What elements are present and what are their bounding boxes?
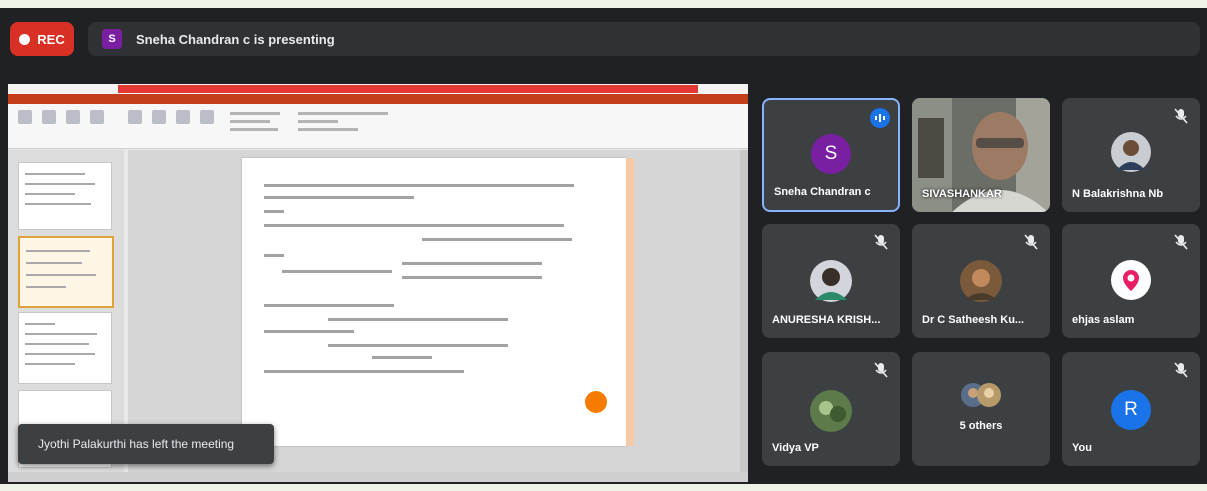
- participant-tile[interactable]: ehjas aslam: [1062, 224, 1200, 338]
- avatar: [810, 390, 852, 432]
- participant-name: N Balakrishna Nb: [1072, 188, 1164, 200]
- ppt-status-bar: [8, 472, 748, 482]
- presenting-text: Sneha Chandran c is presenting: [136, 31, 335, 47]
- orange-dot-icon: [585, 391, 607, 413]
- ppt-ribbon: [8, 104, 748, 149]
- avatar: [960, 260, 1002, 302]
- scrollbar[interactable]: [740, 150, 748, 472]
- recording-indicator: REC: [10, 22, 74, 56]
- window-bottom-strip: [0, 484, 1207, 491]
- participant-tile[interactable]: ANURESHA KRISH...: [762, 224, 900, 338]
- presenter-avatar: S: [102, 29, 122, 49]
- slide-thumbnail-selected[interactable]: [18, 236, 114, 308]
- ppt-ribbon-tabs: [8, 94, 748, 104]
- participant-name: ANURESHA KRISH...: [772, 314, 881, 326]
- participant-name: You: [1072, 442, 1092, 454]
- participant-name: Sneha Chandran c: [774, 186, 871, 198]
- mic-off-icon: [1174, 362, 1188, 378]
- ppt-title-highlight: [118, 85, 698, 93]
- mic-off-icon: [874, 234, 888, 250]
- window-top-strip: [0, 0, 1207, 8]
- speaking-indicator-icon: [870, 108, 890, 128]
- recording-label: REC: [37, 31, 65, 47]
- slide-thumbnail[interactable]: [18, 312, 112, 384]
- notification-toast: Jyothi Palakurthi has left the meeting: [18, 424, 274, 464]
- avatar: [1111, 132, 1151, 172]
- participant-name: Dr C Satheesh Ku...: [922, 314, 1025, 326]
- mic-off-icon: [1174, 108, 1188, 124]
- others-avatars: [961, 383, 1001, 407]
- mic-off-icon: [1174, 234, 1188, 250]
- others-tile[interactable]: 5 others: [912, 352, 1050, 466]
- slide-edge: [626, 158, 634, 446]
- avatar: R: [1111, 390, 1151, 430]
- participant-tile[interactable]: S Sneha Chandran c: [762, 98, 900, 212]
- participant-tile[interactable]: Vidya VP: [762, 352, 900, 466]
- avatar: [810, 260, 852, 302]
- mic-off-icon: [1024, 234, 1038, 250]
- participant-tile-self[interactable]: R You: [1062, 352, 1200, 466]
- location-pin-icon: [1111, 260, 1151, 300]
- slide-thumbnail[interactable]: [18, 162, 112, 230]
- current-slide: [242, 158, 626, 446]
- record-dot-icon: [19, 33, 31, 45]
- participant-tile-video[interactable]: SIVASHANKAR: [912, 98, 1050, 212]
- participant-tile[interactable]: Dr C Satheesh Ku...: [912, 224, 1050, 338]
- notification-text: Jyothi Palakurthi has left the meeting: [38, 437, 235, 451]
- participant-tile[interactable]: N Balakrishna Nb: [1062, 98, 1200, 212]
- others-count: 5 others: [959, 420, 1003, 432]
- mic-off-icon: [874, 362, 888, 378]
- avatar: S: [811, 134, 851, 174]
- participant-name: SIVASHANKAR: [922, 188, 1002, 200]
- participant-name: ehjas aslam: [1072, 314, 1135, 326]
- shared-screen[interactable]: [8, 84, 748, 482]
- presenting-banner: S Sneha Chandran c is presenting: [88, 22, 1200, 56]
- participant-name: Vidya VP: [772, 442, 819, 454]
